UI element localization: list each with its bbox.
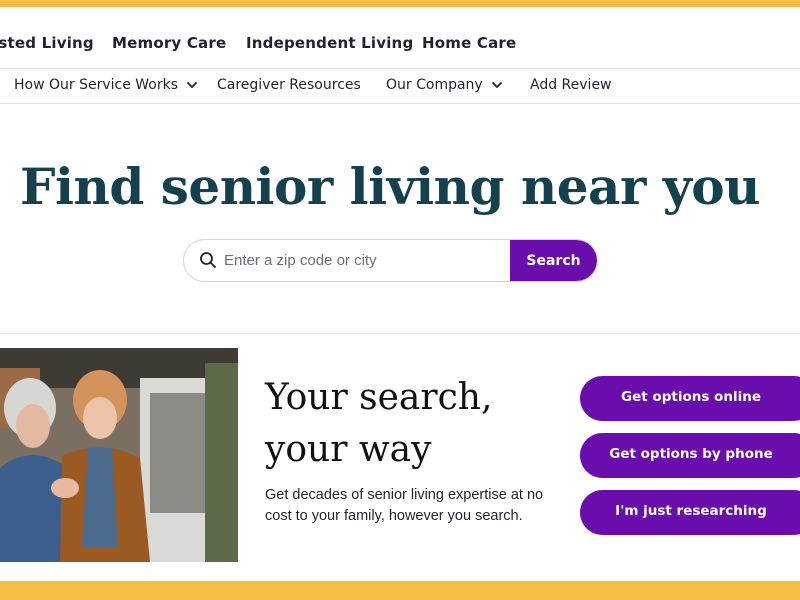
nav-caregiver-resources[interactable]: Caregiver Resources (217, 77, 361, 93)
chevron-down-icon (491, 82, 502, 88)
nav-add-review[interactable]: Add Review (530, 77, 612, 93)
search-button[interactable]: Search (510, 240, 597, 281)
just-researching-button[interactable]: I'm just researching (580, 490, 800, 535)
promo-description: Get decades of senior living expertise a… (265, 487, 544, 524)
search-icon (200, 252, 216, 268)
search-bar: Search (183, 239, 598, 282)
nav-home-care[interactable]: Home Care (422, 34, 516, 52)
hero-title: Find senior living near you (20, 157, 760, 216)
primary-nav: Assisted Living Memory Care Independent … (0, 7, 800, 69)
nav-our-company[interactable]: Our Company (386, 77, 503, 93)
search-input[interactable] (224, 240, 509, 281)
bottom-accent-strip (0, 581, 800, 600)
nav-independent-living[interactable]: Independent Living (246, 34, 413, 52)
nav-how-our-service-works-label: How Our Service Works (14, 77, 179, 93)
nav-assisted-living[interactable]: Assisted Living (0, 34, 94, 52)
get-options-by-phone-label: Get options by phone (609, 446, 773, 462)
just-researching-label: I'm just researching (615, 503, 767, 519)
nav-memory-care[interactable]: Memory Care (112, 34, 226, 52)
nav-add-review-label: Add Review (530, 77, 612, 93)
top-accent-strip (0, 0, 800, 7)
nav-caregiver-resources-label: Caregiver Resources (217, 77, 361, 93)
section-divider (0, 333, 800, 334)
promo-title-line2: your way (265, 429, 432, 470)
nav-our-company-label: Our Company (386, 77, 483, 93)
nav-how-our-service-works[interactable]: How Our Service Works (14, 77, 198, 93)
promo-title: Your search, your way (265, 372, 565, 476)
secondary-nav: How Our Service Works Caregiver Resource… (0, 69, 800, 104)
get-options-online-label: Get options online (621, 389, 761, 405)
chevron-down-icon (187, 82, 197, 88)
get-options-by-phone-button[interactable]: Get options by phone (580, 433, 800, 478)
promo-photo (0, 348, 238, 562)
promo-title-line1: Your search, (265, 377, 493, 418)
get-options-online-button[interactable]: Get options online (580, 376, 800, 421)
